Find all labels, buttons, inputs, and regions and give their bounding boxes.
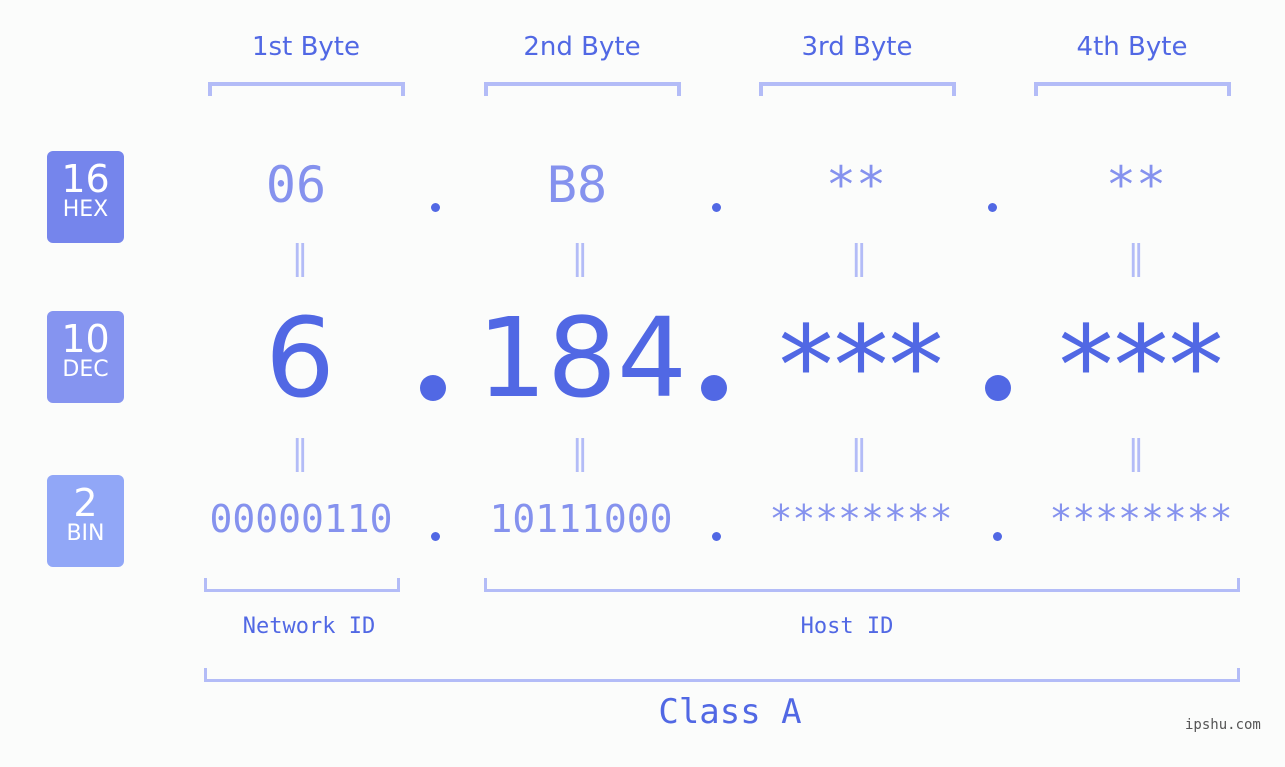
hex-byte-1: 06 xyxy=(265,156,327,214)
bin-badge-base: 2 xyxy=(73,481,98,525)
byte-bracket-4 xyxy=(1034,82,1231,96)
bin-badge-label: BIN xyxy=(66,521,105,546)
bin-byte-3: ******** xyxy=(769,497,953,541)
byte-bracket-3 xyxy=(759,82,956,96)
byte-bracket-1 xyxy=(208,82,405,96)
equals-icon: ‖ xyxy=(850,433,868,473)
byte-header-1: 1st Byte xyxy=(252,32,360,62)
hex-badge-base: 16 xyxy=(61,157,110,201)
bin-byte-4: ******** xyxy=(1049,497,1233,541)
byte-bracket-2 xyxy=(484,82,681,96)
class-label: Class A xyxy=(658,692,802,732)
host-id-label: Host ID xyxy=(800,614,894,639)
dec-badge: 10 DEC xyxy=(47,311,124,403)
dec-badge-label: DEC xyxy=(62,357,109,382)
byte-header-2: 2nd Byte xyxy=(523,32,641,62)
hex-dot-2 xyxy=(712,203,721,212)
dec-byte-4: *** xyxy=(1058,302,1224,430)
byte-header-4: 4th Byte xyxy=(1076,32,1188,62)
network-id-label: Network ID xyxy=(242,614,376,639)
equals-icon: ‖ xyxy=(1127,238,1145,278)
equals-icon: ‖ xyxy=(850,238,868,278)
hex-byte-4: ** xyxy=(1105,156,1167,214)
hex-badge-label: HEX xyxy=(62,197,109,222)
bin-dot-2 xyxy=(712,532,721,541)
equals-icon: ‖ xyxy=(291,433,309,473)
dec-byte-2: 184 xyxy=(477,294,687,422)
hex-dot-1 xyxy=(431,203,440,212)
dec-dot-3 xyxy=(985,375,1011,401)
host-id-bracket xyxy=(484,578,1240,592)
hex-byte-3: ** xyxy=(825,156,887,214)
dec-byte-3: *** xyxy=(778,302,944,430)
equals-icon: ‖ xyxy=(571,433,589,473)
bin-byte-1: 00000110 xyxy=(209,497,393,541)
equals-icon: ‖ xyxy=(291,238,309,278)
bin-byte-2: 10111000 xyxy=(489,497,673,541)
equals-icon: ‖ xyxy=(571,238,589,278)
byte-header-3: 3rd Byte xyxy=(801,32,913,62)
bin-dot-3 xyxy=(993,532,1002,541)
dec-dot-1 xyxy=(420,375,446,401)
hex-byte-2: B8 xyxy=(546,156,608,214)
bin-dot-1 xyxy=(431,532,440,541)
class-bracket xyxy=(204,668,1240,682)
equals-icon: ‖ xyxy=(1127,433,1145,473)
hex-dot-3 xyxy=(988,203,997,212)
dec-badge-base: 10 xyxy=(61,317,110,361)
network-id-bracket xyxy=(204,578,400,592)
bin-badge: 2 BIN xyxy=(47,475,124,567)
dec-byte-1: 6 xyxy=(265,294,335,422)
watermark: ipshu.com xyxy=(1185,717,1261,733)
hex-badge: 16 HEX xyxy=(47,151,124,243)
dec-dot-2 xyxy=(701,375,727,401)
